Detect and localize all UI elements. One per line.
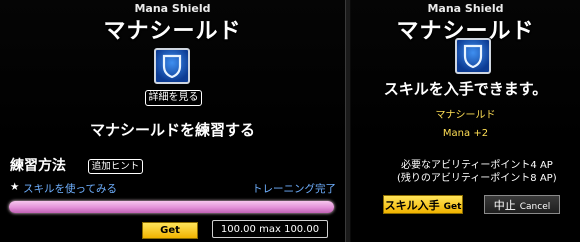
cancel-label: 中止 [493,199,516,212]
acquire-message: スキルを入手できます。 [383,80,548,98]
remaining-ap: (残りのアビリティーポイント8 AP) [397,173,557,184]
training-value: 100.00 [220,224,256,235]
training-max: 100.00 [284,224,320,235]
acquire-sub-label: Get [443,202,462,212]
skill-name: マナシールド [435,110,496,121]
details-button[interactable]: 詳細を見る [145,90,202,106]
acquire-panel: Mana Shield マナシールド スキルを入手できます。 マナシールド Ma… [351,0,580,242]
shield-icon [154,48,190,84]
training-progress-bar [9,201,334,213]
skill-title: マナシールド [103,19,242,44]
training-max-label: max [259,224,281,235]
training-value-box: 100.00 max 100.00 [212,220,328,238]
skill-bonus: Mana +2 [442,128,489,139]
task-status: トレーニング完了 [252,183,336,195]
practice-method-label: 練習方法 [10,158,66,174]
cancel-sub-label: Cancel [519,202,551,212]
task-text: スキルを使ってみる [23,183,117,195]
get-button[interactable]: Get [142,222,198,239]
acquire-skill-button[interactable]: スキル入手 Get [383,195,463,214]
shield-icon [455,38,491,74]
training-panel: Mana Shield マナシールド 詳細を見る マナシールドを練習する 練習方… [0,0,345,242]
acquire-label: スキル入手 [384,199,440,212]
cancel-button[interactable]: 中止 Cancel [484,195,560,214]
task-star-icon: ★ [10,181,20,193]
practice-heading: マナシールドを練習する [89,121,255,139]
extra-hint-button[interactable]: 追加ヒント [88,159,143,174]
